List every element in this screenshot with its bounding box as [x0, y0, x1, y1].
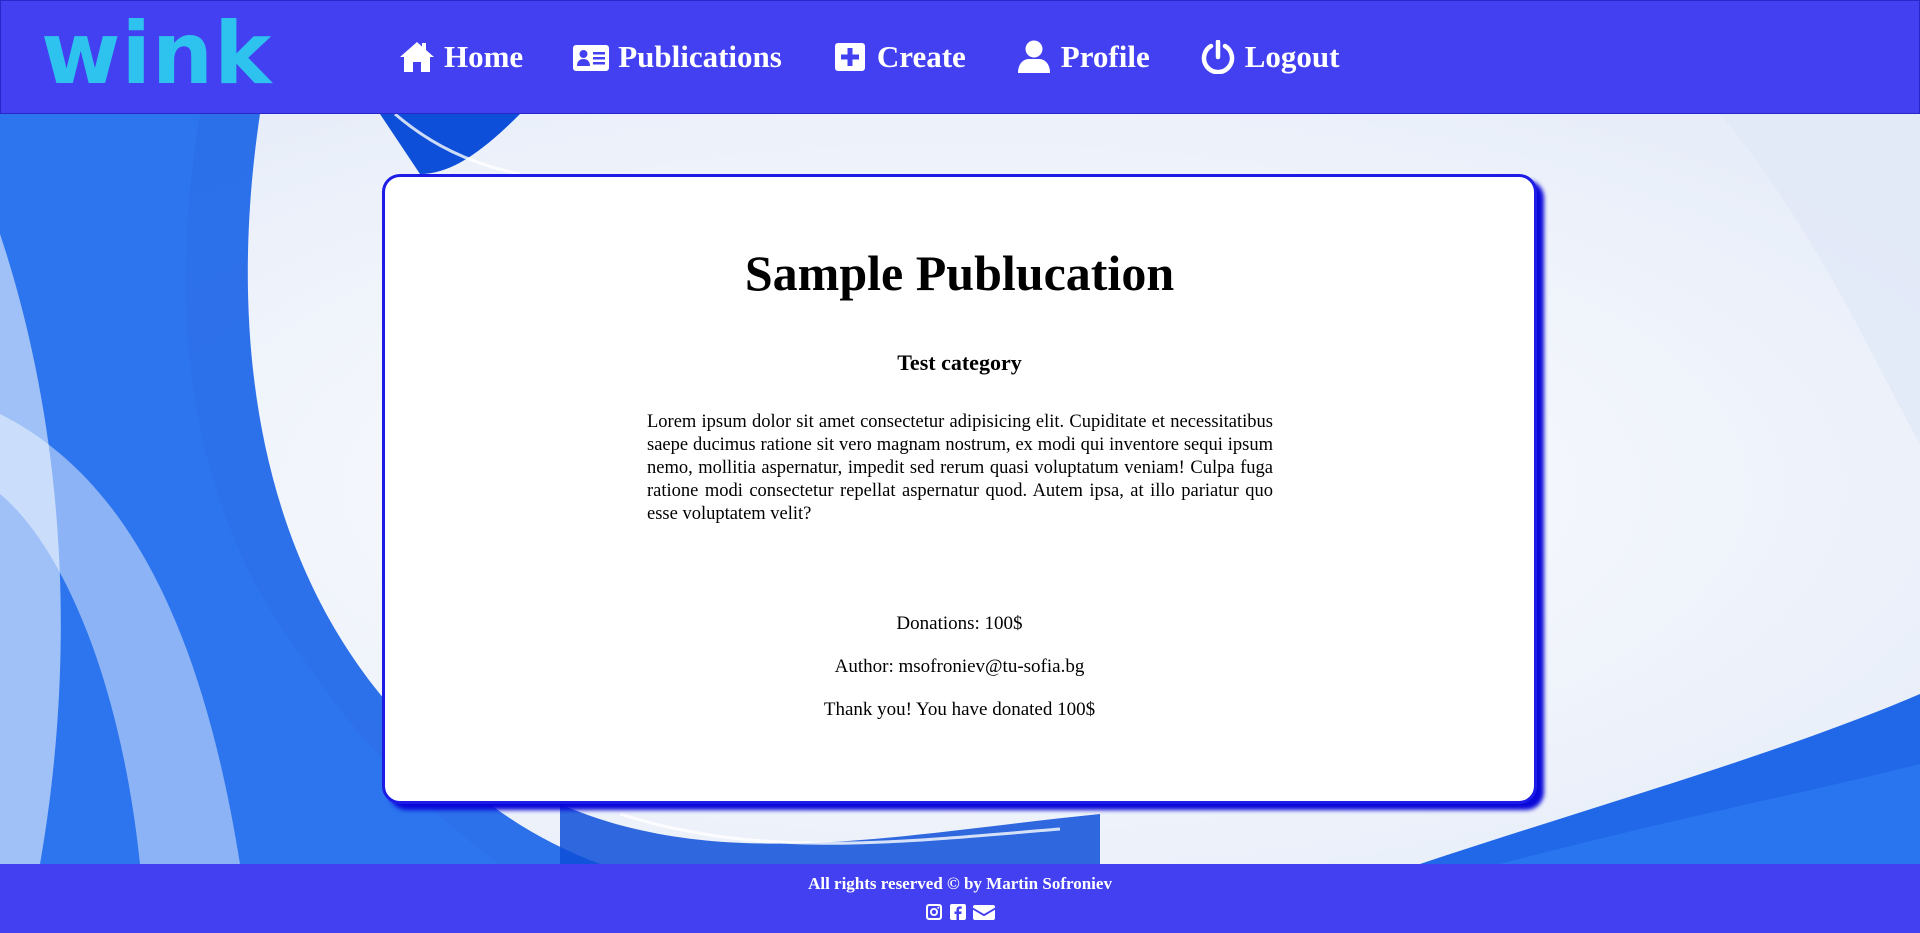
site-footer: All rights reserved © by Martin Sofronie…: [0, 864, 1920, 933]
facebook-icon[interactable]: [949, 903, 967, 921]
publication-category: Test category: [897, 350, 1022, 375]
publication-body: Lorem ipsum dolor sit amet consectetur a…: [647, 412, 1273, 524]
main-nav: Home Publications Create Profile Logout: [399, 37, 1390, 77]
power-icon: [1201, 40, 1234, 74]
nav-home-label: Home: [444, 39, 524, 74]
publication-author: Author: msofroniev@tu-sofia.bg: [834, 656, 1085, 677]
user-icon: [1017, 40, 1050, 73]
id-card-icon: [573, 45, 610, 71]
nav-create[interactable]: Create: [832, 37, 966, 77]
envelope-icon[interactable]: [973, 903, 995, 921]
donations-total: Donations: 100$: [896, 613, 1023, 634]
nav-create-label: Create: [876, 39, 966, 74]
nav-profile-label: Profile: [1060, 39, 1150, 74]
site-header: wink Home Publications Create Profile Lo…: [0, 0, 1920, 114]
publication-title: Sample Publucation: [744, 245, 1175, 301]
nav-home[interactable]: Home: [399, 37, 523, 77]
wink-logo[interactable]: wink: [41, 11, 272, 97]
plus-square-icon: [834, 43, 865, 71]
social-links: [0, 903, 1920, 921]
nav-logout[interactable]: Logout: [1200, 37, 1340, 77]
nav-profile[interactable]: Profile: [1016, 37, 1150, 77]
nav-publications[interactable]: Publications: [573, 37, 782, 77]
instagram-icon[interactable]: [925, 903, 943, 921]
donation-thank-you-message: Thank you! You have donated 100$: [823, 699, 1096, 720]
home-icon: [400, 42, 434, 72]
copyright-text: All rights reserved © by Martin Sofronie…: [808, 874, 1112, 893]
publication-card: Sample Publucation Test category Lorem i…: [382, 174, 1537, 804]
nav-publications-label: Publications: [618, 39, 782, 74]
nav-logout-label: Logout: [1244, 39, 1340, 74]
